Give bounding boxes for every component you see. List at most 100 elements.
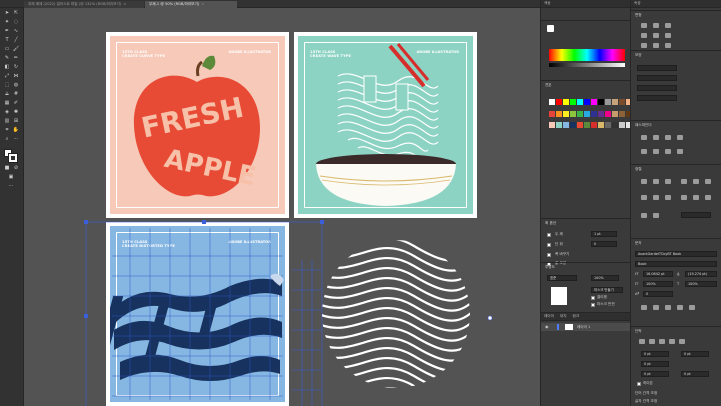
tab-layers[interactable]: 레이어 [544, 314, 554, 319]
align-icon[interactable] [653, 33, 659, 38]
space-before-field[interactable]: 0 pt [641, 371, 669, 377]
make-mask-button[interactable]: 마스크 만들기 [591, 287, 623, 293]
right-indent-field[interactable]: 0 pt [681, 351, 709, 357]
direct-selection-tool-icon[interactable]: ⇱ [12, 10, 20, 17]
tab-document-2[interactable]: 무제-1 @ 50% (RGB/미리보기) × [145, 1, 237, 8]
symbol-sprayer-icon[interactable]: ✺ [12, 109, 20, 116]
rectangle-tool-icon[interactable]: ▭ [3, 46, 11, 53]
text-format-icon[interactable] [677, 305, 683, 310]
none-color-icon[interactable]: ⊘ [12, 165, 20, 172]
stroke-checkbox[interactable] [547, 233, 551, 237]
horizontal-scale-field[interactable]: 100% [685, 281, 717, 287]
distribute-icon[interactable] [681, 195, 687, 200]
pencil-tool-icon[interactable]: ✏ [12, 55, 20, 62]
artboard-noodle[interactable]: 15TH CLASS CREATE WAVE TYPE ADOBE ILLUST… [294, 32, 477, 218]
hyphenate-checkbox[interactable] [637, 382, 641, 386]
more-tools-icon[interactable]: ⋯ [12, 136, 20, 143]
align-icon[interactable] [653, 23, 659, 28]
artboard-tool-icon[interactable]: ⊞ [12, 118, 20, 125]
distribute-icon[interactable] [665, 195, 671, 200]
width-tool-icon[interactable]: ⋈ [12, 73, 20, 80]
baseline-field[interactable]: 0 [643, 291, 673, 297]
distribute-icon[interactable] [653, 195, 659, 200]
appearance-field[interactable] [637, 85, 677, 91]
type-tool-icon[interactable]: T [3, 37, 11, 44]
align-text-center-icon[interactable] [649, 339, 655, 344]
distribute-icon[interactable] [641, 195, 647, 200]
align-icon[interactable] [665, 33, 671, 38]
distribute-icon[interactable] [693, 195, 699, 200]
appearance-field[interactable] [637, 95, 677, 101]
pen-tool-icon[interactable]: ✒ [3, 28, 11, 35]
appearance-field[interactable] [637, 65, 677, 71]
opacity-field[interactable]: 100% [591, 275, 619, 281]
align-icon[interactable] [665, 43, 671, 48]
align-center-icon[interactable] [653, 179, 659, 184]
artboard-fresh-apple[interactable]: 15TH CLASS CREATE CURVE TYPE ADOBE ILLUS… [106, 32, 289, 218]
distribute-icon[interactable] [705, 195, 711, 200]
color-spectrum[interactable] [549, 49, 625, 61]
text-format-icon[interactable] [641, 305, 647, 310]
align-icon[interactable] [641, 23, 647, 28]
blend-tool-icon[interactable]: ◈ [3, 109, 11, 116]
distribute-spacing-icon[interactable] [653, 213, 659, 218]
first-line-indent-field[interactable]: 0 pt [641, 361, 669, 367]
tab-color[interactable]: 색상 [544, 1, 551, 6]
align-right-icon[interactable] [665, 179, 671, 184]
pathfinder-minus-front-icon[interactable] [653, 135, 659, 140]
edit-toolbar-icon[interactable]: ⋯ [7, 183, 15, 190]
fill-swatch-icon[interactable] [547, 25, 554, 32]
pathfinder-divide-icon[interactable] [641, 149, 647, 154]
pathfinder-exclude-icon[interactable] [677, 135, 683, 140]
pathfinder-merge-icon[interactable] [665, 149, 671, 154]
spacing-field[interactable] [681, 212, 711, 218]
grayscale-ramp[interactable] [549, 63, 625, 67]
perspective-grid-icon[interactable]: ⟁ [3, 91, 11, 98]
stroke-unit-field[interactable]: 0 [591, 241, 617, 247]
distribute-spacing-icon[interactable] [641, 213, 647, 218]
magic-wand-icon[interactable]: ✦ [3, 19, 11, 26]
lasso-tool-icon[interactable]: ◌ [12, 19, 20, 26]
clip-checkbox[interactable] [591, 296, 595, 300]
tab-artboards[interactable]: 대지 [560, 314, 567, 319]
align-icon[interactable] [653, 43, 659, 48]
align-middle-icon[interactable] [693, 179, 699, 184]
swatch-grid[interactable] [549, 99, 632, 133]
stroke-swatch-icon[interactable] [8, 153, 18, 163]
slice-tool-icon[interactable]: ⌗ [3, 127, 11, 134]
hand-tool-icon[interactable]: ✋ [12, 127, 20, 134]
mesh-tool-icon[interactable]: # [12, 91, 20, 98]
text-format-icon[interactable] [665, 305, 671, 310]
justify-icon[interactable] [669, 339, 675, 344]
color-mode-icon[interactable]: ■ [3, 165, 11, 172]
free-transform-tool-icon[interactable]: ⬚ [3, 82, 11, 89]
space-after-field[interactable]: 0 pt [681, 371, 709, 377]
text-format-icon[interactable] [689, 305, 695, 310]
artboard-circle[interactable] [294, 222, 494, 406]
layer-row[interactable]: ◉ 레이어 1 [541, 323, 631, 331]
align-icon[interactable] [641, 43, 647, 48]
scale-tool-icon[interactable]: ⤢ [3, 73, 11, 80]
blend-mode-select[interactable]: 표준 [547, 275, 577, 281]
pathfinder-unite-icon[interactable] [641, 135, 647, 140]
curvature-tool-icon[interactable]: ∿ [12, 28, 20, 35]
stroke-checkbox[interactable] [547, 243, 551, 247]
selection-tool-icon[interactable]: ➤ [3, 10, 11, 17]
appearance-field[interactable] [637, 75, 677, 81]
font-style-select[interactable]: Book [635, 261, 717, 267]
leading-field[interactable]: (19.274 pt) [685, 271, 717, 277]
tab-document-1[interactable]: 과제 예제 (2022) 일러스트 파일 (@ 132% (RGB/미리보기) × [24, 1, 144, 8]
font-size-field[interactable]: 16.0642 pt [643, 271, 673, 277]
pathfinder-intersect-icon[interactable] [665, 135, 671, 140]
graph-tool-icon[interactable]: ▥ [3, 118, 11, 125]
align-top-icon[interactable] [681, 179, 687, 184]
shape-builder-tool-icon[interactable]: ◍ [12, 82, 20, 89]
invert-mask-checkbox[interactable] [591, 303, 595, 307]
align-icon[interactable] [665, 23, 671, 28]
close-icon[interactable]: × [201, 2, 204, 6]
shaper-tool-icon[interactable]: ✎ [3, 55, 11, 62]
screen-mode-icon[interactable]: ▣ [7, 174, 15, 181]
tab-links[interactable]: 링크 [573, 314, 580, 319]
eyedropper-tool-icon[interactable]: ✐ [12, 100, 20, 107]
gradient-tool-icon[interactable]: ▦ [3, 100, 11, 107]
